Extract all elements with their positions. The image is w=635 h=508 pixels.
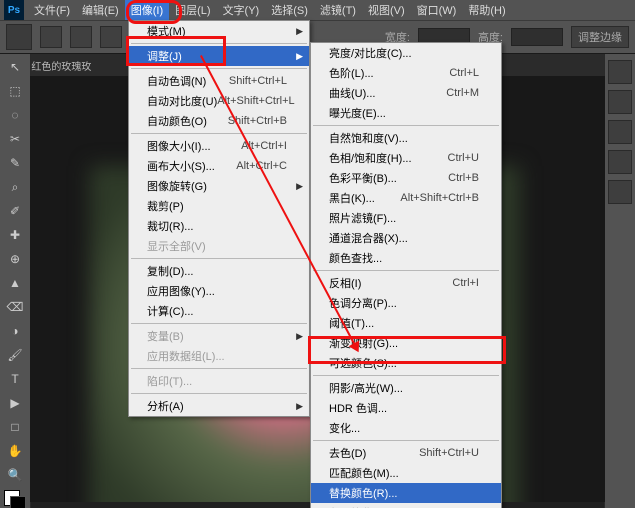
stamp-tool[interactable]: ✚ (3, 224, 27, 246)
menu-item[interactable]: 渐变映射(G)... (311, 333, 501, 353)
menu-item[interactable]: 去色(D)Shift+Ctrl+U (311, 443, 501, 463)
menu-item[interactable]: 图像大小(I)...Alt+Ctrl+I (129, 136, 309, 156)
menu-file[interactable]: 文件(F) (28, 0, 76, 20)
opt-icon[interactable] (40, 26, 62, 48)
menu-item[interactable]: 照片滤镜(F)... (311, 208, 501, 228)
panel-icon[interactable] (608, 120, 632, 144)
menu-item[interactable]: 复制(D)... (129, 261, 309, 281)
move-tool[interactable]: ↖ (3, 56, 27, 78)
submenu-arrow-icon: ▶ (296, 51, 303, 62)
lasso-tool[interactable]: ◌ (3, 104, 27, 126)
panel-icon[interactable] (608, 60, 632, 84)
image-menu-dropdown: 模式(M)▶ 调整(J)▶ 自动色调(N)Shift+Ctrl+L自动对比度(U)A… (128, 20, 310, 417)
hand-tool[interactable]: ✋ (3, 440, 27, 462)
brush-tool[interactable]: ✐ (3, 200, 27, 222)
menu-item[interactable]: 色阶(L)...Ctrl+L (311, 63, 501, 83)
submenu-arrow-icon: ▶ (296, 401, 303, 412)
menubar: Ps 文件(F) 编辑(E) 图像(I) 图层(L) 文字(Y) 选择(S) 滤… (0, 0, 635, 20)
submenu-arrow-icon: ▶ (296, 26, 303, 37)
pen-tool[interactable]: 🖌 (3, 344, 27, 366)
crop-tool[interactable]: ✂ (3, 128, 27, 150)
eyedropper-tool[interactable]: ✎ (3, 152, 27, 174)
dodge-tool[interactable]: ◑ (3, 320, 27, 342)
menu-item[interactable]: 自动颜色(O)Shift+Ctrl+B (129, 111, 309, 131)
menu-item[interactable]: 分析(A)▶ (129, 396, 309, 416)
app-logo: Ps (4, 0, 24, 20)
history-brush-tool[interactable]: ⊕ (3, 248, 27, 270)
menu-item[interactable]: 画布大小(S)...Alt+Ctrl+C (129, 156, 309, 176)
marquee-tool[interactable]: ⬚ (3, 80, 27, 102)
panel-icon[interactable] (608, 150, 632, 174)
color-swatches[interactable] (4, 490, 26, 508)
menu-item[interactable]: 色相/饱和度(H)...Ctrl+U (311, 148, 501, 168)
menu-item[interactable]: HDR 色调... (311, 398, 501, 418)
menu-type[interactable]: 文字(Y) (217, 0, 266, 20)
menu-help[interactable]: 帮助(H) (462, 0, 511, 20)
menu-item[interactable]: 通道混合器(X)... (311, 228, 501, 248)
menu-item[interactable]: 替换颜色(R)... (311, 483, 501, 503)
toolbox: ↖ ⬚ ◌ ✂ ✎ ⌕ ✐ ✚ ⊕ ▲ ⌫ ◑ 🖌 T ▶ □ ✋ 🔍 (0, 54, 31, 508)
menu-item[interactable]: 色彩平衡(B)...Ctrl+B (311, 168, 501, 188)
menu-item[interactable]: 陷印(T)... (129, 371, 309, 391)
menu-item[interactable]: 显示全部(V) (129, 236, 309, 256)
menu-item[interactable]: 黑白(K)...Alt+Shift+Ctrl+B (311, 188, 501, 208)
panel-icon[interactable] (608, 90, 632, 114)
menu-edit[interactable]: 编辑(E) (76, 0, 125, 20)
path-tool[interactable]: ▶ (3, 392, 27, 414)
height-field[interactable] (511, 28, 563, 46)
menu-select[interactable]: 选择(S) (265, 0, 314, 20)
menu-item[interactable]: 色调分离(P)... (311, 293, 501, 313)
gradient-tool[interactable]: ⌫ (3, 296, 27, 318)
menu-item[interactable]: 变化... (311, 418, 501, 438)
menu-item[interactable]: 亮度/对比度(C)... (311, 43, 501, 63)
menu-item[interactable]: 阈值(T)... (311, 313, 501, 333)
opt-icon[interactable] (70, 26, 92, 48)
panel-icon[interactable] (608, 180, 632, 204)
menu-item[interactable]: 图像旋转(G)▶ (129, 176, 309, 196)
menu-item[interactable]: 曲线(U)...Ctrl+M (311, 83, 501, 103)
menu-item[interactable]: 变量(B)▶ (129, 326, 309, 346)
healing-tool[interactable]: ⌕ (3, 176, 27, 198)
adjustments-submenu: 亮度/对比度(C)...色阶(L)...Ctrl+L曲线(U)...Ctrl+M… (310, 42, 502, 508)
menu-window[interactable]: 窗口(W) (411, 0, 463, 20)
menu-item[interactable]: 匹配颜色(M)... (311, 463, 501, 483)
submenu-arrow-icon: ▶ (296, 181, 303, 192)
menu-item[interactable]: 调整(J)▶ (129, 46, 309, 66)
menu-item[interactable]: 裁切(R)... (129, 216, 309, 236)
menu-item[interactable]: 应用图像(Y)... (129, 281, 309, 301)
menu-view[interactable]: 视图(V) (362, 0, 411, 20)
menu-item[interactable]: 模式(M)▶ (129, 21, 309, 41)
menu-item[interactable]: 自然饱和度(V)... (311, 128, 501, 148)
menu-layer[interactable]: 图层(L) (169, 0, 216, 20)
eraser-tool[interactable]: ▲ (3, 272, 27, 294)
menu-item[interactable]: 色调均化(Q)... (311, 503, 501, 508)
menu-item[interactable]: 自动对比度(U)Alt+Shift+Ctrl+L (129, 91, 309, 111)
panel-dock (604, 54, 635, 508)
menu-item[interactable]: 反相(I)Ctrl+I (311, 273, 501, 293)
menu-item[interactable]: 曝光度(E)... (311, 103, 501, 123)
menu-item[interactable]: 颜色查找... (311, 248, 501, 268)
opt-icon[interactable] (100, 26, 122, 48)
menu-item[interactable]: 自动色调(N)Shift+Ctrl+L (129, 71, 309, 91)
menu-item[interactable]: 计算(C)... (129, 301, 309, 321)
zoom-tool[interactable]: 🔍 (3, 464, 27, 486)
menu-filter[interactable]: 滤镜(T) (314, 0, 362, 20)
submenu-arrow-icon: ▶ (296, 331, 303, 342)
menu-item[interactable]: 阴影/高光(W)... (311, 378, 501, 398)
refine-edge-button[interactable]: 调整边缘 (571, 26, 629, 48)
menu-item[interactable]: 裁剪(P) (129, 196, 309, 216)
menu-image[interactable]: 图像(I) (125, 0, 169, 20)
menu-item[interactable]: 应用数据组(L)... (129, 346, 309, 366)
shape-tool[interactable]: □ (3, 416, 27, 438)
type-tool[interactable]: T (3, 368, 27, 390)
tool-preset[interactable] (6, 24, 32, 50)
menu-item[interactable]: 可选颜色(S)... (311, 353, 501, 373)
